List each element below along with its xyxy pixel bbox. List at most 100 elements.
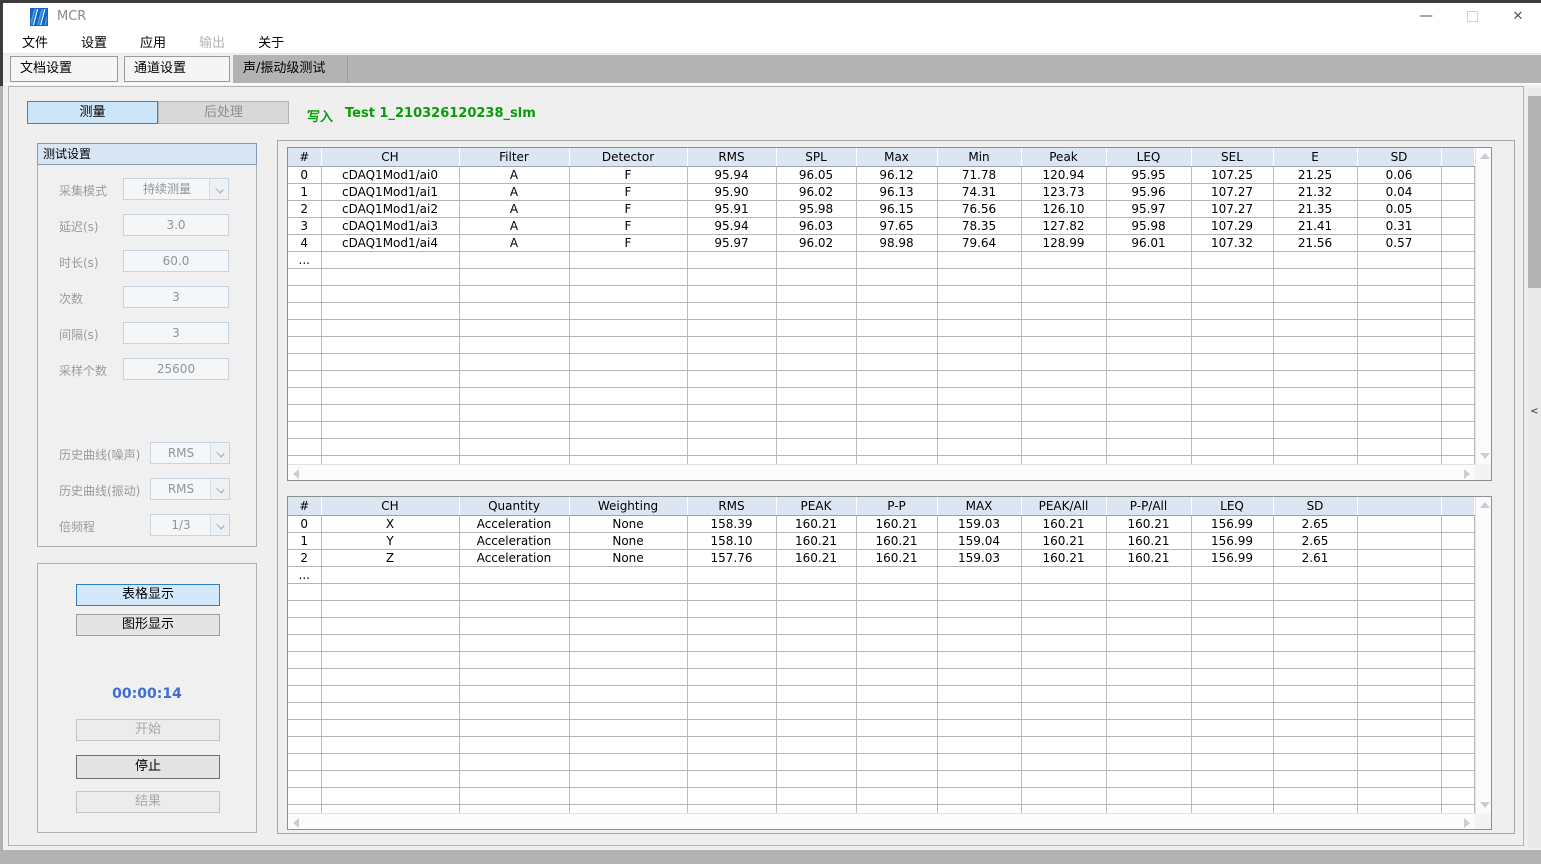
table-cell: [776, 634, 856, 651]
table-cell: 107.27: [1191, 200, 1273, 217]
scroll-left-icon[interactable]: [293, 469, 299, 479]
table-cell: [321, 702, 459, 719]
scroll-right-icon[interactable]: [1464, 469, 1470, 479]
table-cell: [1441, 583, 1475, 600]
table-cell: [1357, 702, 1441, 719]
table-cell: [569, 285, 687, 302]
table-display-button[interactable]: 表格显示: [76, 584, 220, 606]
table-row[interactable]: ...: [288, 251, 1475, 268]
table-cell: [856, 387, 937, 404]
table-cell: [1357, 421, 1441, 438]
menu-item-file[interactable]: 文件: [17, 30, 53, 53]
stop-button[interactable]: 停止: [76, 755, 220, 779]
table-row[interactable]: 0cDAQ1Mod1/ai0AF95.9496.0596.1271.78120.…: [288, 166, 1475, 183]
table-cell: [937, 634, 1021, 651]
table-cell: [321, 651, 459, 668]
duration-input[interactable]: 60.0: [123, 250, 229, 272]
close-button[interactable]: ✕: [1495, 3, 1541, 30]
history-curve-noise-dropdown[interactable]: RMS: [150, 442, 230, 464]
table-row[interactable]: 3cDAQ1Mod1/ai3AF95.9496.0397.6578.35127.…: [288, 217, 1475, 234]
count-input[interactable]: 3: [123, 286, 229, 308]
table-cell: [1021, 617, 1106, 634]
table-cell: [1191, 753, 1273, 770]
table-row[interactable]: 1cDAQ1Mod1/ai1AF95.9096.0296.1374.31123.…: [288, 183, 1475, 200]
table-row[interactable]: 4cDAQ1Mod1/ai4AF95.9796.0298.9879.64128.…: [288, 234, 1475, 251]
table-row[interactable]: 1YAccelerationNone158.10160.21160.21159.…: [288, 532, 1475, 549]
tab-channel-settings[interactable]: 通道设置: [124, 56, 230, 82]
vertical-scrollbar[interactable]: [1475, 148, 1491, 464]
column-header: P-P: [856, 497, 937, 515]
table-cell: [937, 668, 1021, 685]
column-header: Filter: [459, 148, 569, 166]
table-cell: [1191, 600, 1273, 617]
field-duration: 时长(s) 60.0: [38, 250, 256, 272]
menu-item-application[interactable]: 应用: [135, 30, 171, 53]
table-cell: 160.21: [1021, 549, 1106, 566]
scroll-right-icon[interactable]: [1464, 818, 1470, 828]
horizontal-scrollbar[interactable]: [288, 813, 1475, 829]
scroll-up-icon[interactable]: [1480, 502, 1490, 508]
table-cell: [1191, 404, 1273, 421]
acquisition-mode-dropdown[interactable]: 持续测量: [123, 178, 229, 200]
tab-document-settings[interactable]: 文档设置: [10, 56, 118, 82]
table-cell: [321, 736, 459, 753]
table-cell: 156.99: [1191, 549, 1273, 566]
table-cell: [569, 702, 687, 719]
tab-sound-vibration-test[interactable]: 声/振动级测试: [236, 56, 348, 83]
scroll-left-icon[interactable]: [293, 818, 299, 828]
menu-item-about[interactable]: 关于: [253, 30, 289, 53]
table-cell: 0: [288, 166, 321, 183]
table-cell: [321, 438, 459, 455]
collapse-panel-button[interactable]: <: [1528, 406, 1541, 417]
table-cell: [1357, 438, 1441, 455]
column-header: Detector: [569, 148, 687, 166]
scroll-down-icon[interactable]: [1480, 453, 1490, 459]
table-cell: [1441, 549, 1475, 566]
table-empty-row: [288, 370, 1475, 387]
field-label: 采样个数: [59, 362, 107, 379]
table-cell: [459, 336, 569, 353]
table-cell: [321, 336, 459, 353]
table-cell: [937, 319, 1021, 336]
table-row[interactable]: 2ZAccelerationNone157.76160.21160.21159.…: [288, 549, 1475, 566]
graph-display-button[interactable]: 图形显示: [76, 614, 220, 636]
table-cell: [937, 421, 1021, 438]
table-cell: [1357, 532, 1441, 549]
table-cell: [321, 804, 459, 813]
octave-dropdown[interactable]: 1/3: [150, 514, 230, 536]
table-cell: [776, 285, 856, 302]
table-cell: 160.21: [1021, 515, 1106, 532]
minimize-button[interactable]: —: [1403, 3, 1449, 30]
table-cell: [459, 600, 569, 617]
table-row[interactable]: ...: [288, 566, 1475, 583]
table-row[interactable]: 0XAccelerationNone158.39160.21160.21159.…: [288, 515, 1475, 532]
menu-item-settings[interactable]: 设置: [76, 30, 112, 53]
table-cell: [1441, 234, 1475, 251]
table-cell: [1273, 736, 1357, 753]
table-row[interactable]: 2cDAQ1Mod1/ai2AF95.9195.9896.1576.56126.…: [288, 200, 1475, 217]
table-cell: [776, 302, 856, 319]
table-cell: [1441, 617, 1475, 634]
table-cell: None: [569, 515, 687, 532]
table-cell: [1357, 634, 1441, 651]
horizontal-scrollbar[interactable]: [288, 464, 1475, 480]
elapsed-timer: 00:00:14: [38, 686, 256, 702]
splitter-scroll-thumb[interactable]: [1528, 96, 1541, 288]
maximize-button[interactable]: [1449, 3, 1495, 30]
table-cell: [459, 583, 569, 600]
sound-level-table-area: #CHFilterDetectorRMSSPLMaxMinPeakLEQSELE…: [288, 148, 1475, 464]
history-curve-vibration-dropdown[interactable]: RMS: [150, 478, 230, 500]
table-cell: [1273, 421, 1357, 438]
field-delay: 延迟(s) 3.0: [38, 214, 256, 236]
interval-input[interactable]: 3: [123, 322, 229, 344]
measure-button[interactable]: 测量: [27, 101, 158, 124]
table-cell: [569, 421, 687, 438]
table-cell: [1441, 370, 1475, 387]
scroll-up-icon[interactable]: [1480, 153, 1490, 159]
table-cell: F: [569, 217, 687, 234]
vertical-scrollbar[interactable]: [1475, 497, 1491, 813]
sample-count-input[interactable]: 25600: [123, 358, 229, 380]
delay-input[interactable]: 3.0: [123, 214, 229, 236]
scroll-down-icon[interactable]: [1480, 802, 1490, 808]
window-left-border-lower: [0, 86, 3, 850]
